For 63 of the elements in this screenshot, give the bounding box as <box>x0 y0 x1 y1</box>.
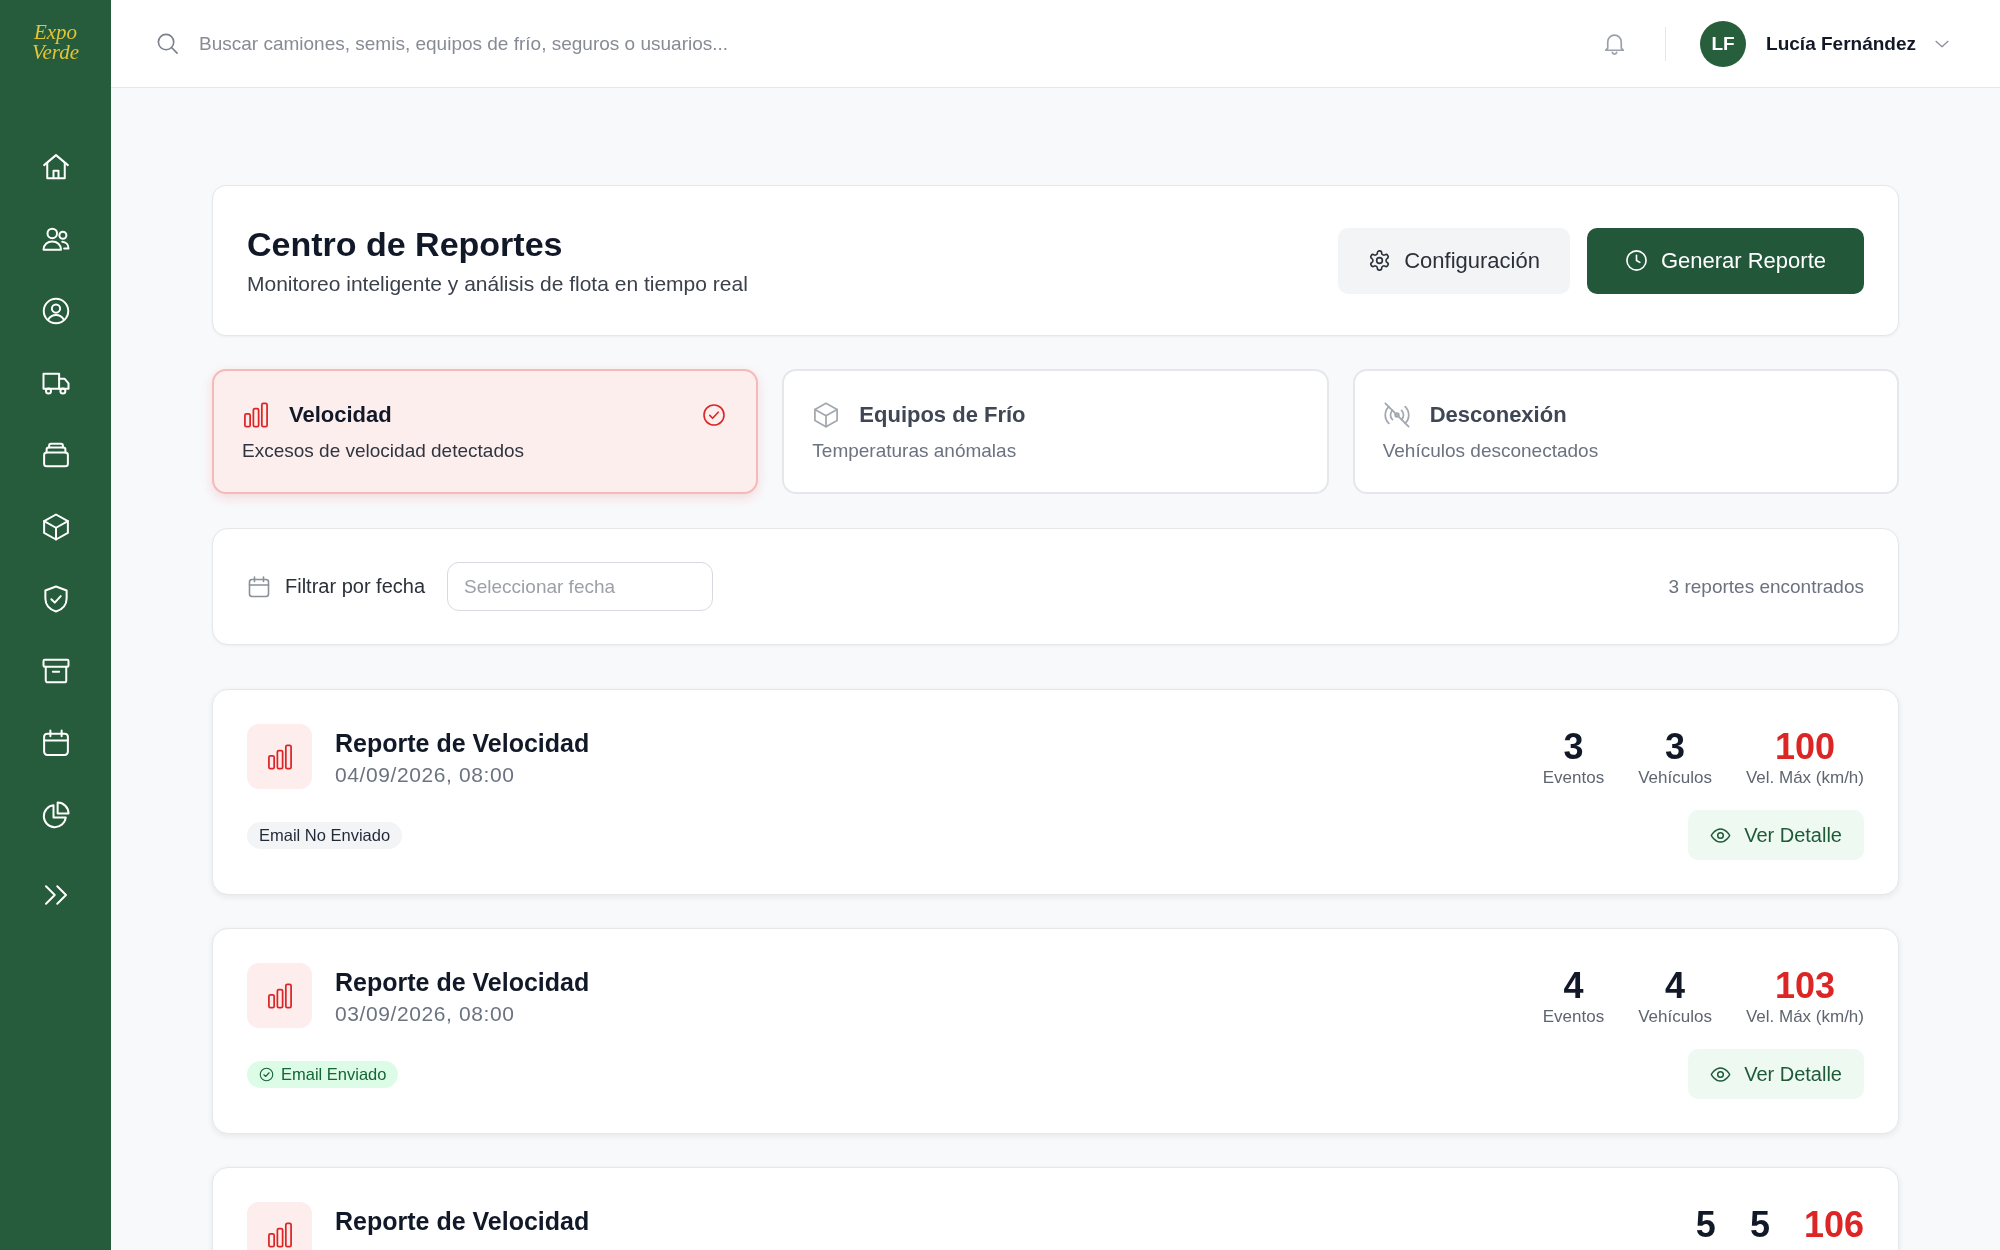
report-title: Reporte de Velocidad <box>335 728 590 758</box>
filter-label: Filtrar por fecha <box>285 575 426 598</box>
signal-off-icon <box>1382 400 1411 429</box>
page-subtitle: Monitoreo inteligente y análisis de flota en tiempo real <box>247 270 748 297</box>
generate-report-button[interactable]: Generar Reporte <box>1586 227 1864 294</box>
cube-icon[interactable] <box>40 512 71 542</box>
stat-label: Eventos <box>1542 1006 1605 1028</box>
stat-value: 5 <box>1695 1205 1716 1245</box>
stat-value: 5 <box>1749 1205 1770 1245</box>
report-type-title: Velocidad <box>289 400 392 429</box>
check-circle-icon <box>259 1066 274 1082</box>
stat-value: 103 <box>1774 966 1835 1006</box>
tray-stack-icon[interactable] <box>40 440 71 470</box>
stat-label: Eventos <box>1542 767 1605 789</box>
bar-chart-icon <box>247 1202 312 1250</box>
email-status-text: Email No Enviado <box>259 825 391 845</box>
bar-chart-icon <box>247 963 312 1028</box>
cube-icon <box>812 400 841 429</box>
stat-label: Vehículos <box>1638 1006 1712 1028</box>
report-type-tab[interactable]: Desconexión Vehículos desconectados <box>1352 369 1899 494</box>
email-status-text: Email Enviado <box>281 1064 387 1084</box>
report-date: 04/09/2026, 08:00 <box>335 762 516 788</box>
report-type-tab[interactable]: Equipos de Frío Temperaturas anómalas <box>782 369 1329 494</box>
search-field[interactable]: Buscar camiones, semis, equipos de frío, seguros o usuarios... <box>199 28 1019 59</box>
report-type-description: Temperaturas anómalas <box>812 438 1018 463</box>
stat-label: Vehículos <box>1638 767 1712 789</box>
stat-value: 4 <box>1563 966 1584 1006</box>
report-type-description: Excesos de velocidad detectados <box>242 438 525 463</box>
stat-value: 3 <box>1665 727 1686 767</box>
settings-button[interactable]: Configuración <box>1338 227 1570 294</box>
view-detail-button[interactable]: Ver Detalle <box>1688 810 1864 860</box>
home-icon[interactable] <box>40 152 71 182</box>
archive-box-icon[interactable] <box>40 656 71 686</box>
bar-chart-icon <box>247 724 312 789</box>
stat-label: Vel. Máx (km/h) <box>1745 767 1864 789</box>
report-type-description: Vehículos desconectados <box>1382 438 1600 463</box>
stat-value: 4 <box>1665 966 1686 1006</box>
check-circle-icon <box>702 402 727 427</box>
result-count: 3 reportes encontrados <box>1668 575 1864 598</box>
report-type-title: Desconexión <box>1429 400 1567 429</box>
report-type-tab[interactable]: Velocidad Excesos de velocidad detectados <box>212 369 759 494</box>
stat-value: 3 <box>1563 727 1584 767</box>
user-circle-icon[interactable] <box>40 296 71 326</box>
search-icon <box>156 32 179 55</box>
pie-chart-icon[interactable] <box>40 800 71 830</box>
user-name[interactable]: Lucía Fernández <box>1766 32 1916 55</box>
date-field[interactable]: Seleccionar fecha <box>447 562 714 611</box>
settings-icon <box>1368 249 1392 272</box>
report-title: Reporte de Velocidad <box>335 1206 590 1236</box>
user-avatar[interactable]: LF <box>1700 20 1747 67</box>
calendar-icon <box>247 574 271 599</box>
stat-label: Vel. Máx (km/h) <box>1745 1006 1864 1028</box>
calendar-icon[interactable] <box>40 728 71 758</box>
page-title: Centro de Reportes <box>247 223 564 264</box>
report-date: 03/09/2026, 08:00 <box>335 1001 516 1027</box>
view-detail-button[interactable]: Ver Detalle <box>1688 1049 1864 1099</box>
report-title: Reporte de Velocidad <box>335 967 590 997</box>
logo[interactable]: Expo Verde <box>27 22 84 62</box>
report-type-title: Equipos de Frío <box>859 400 1026 429</box>
stat-value: 106 <box>1803 1205 1864 1245</box>
bar-chart-icon <box>242 400 270 429</box>
stat-value: 100 <box>1774 727 1835 767</box>
clock-icon <box>1624 249 1648 272</box>
